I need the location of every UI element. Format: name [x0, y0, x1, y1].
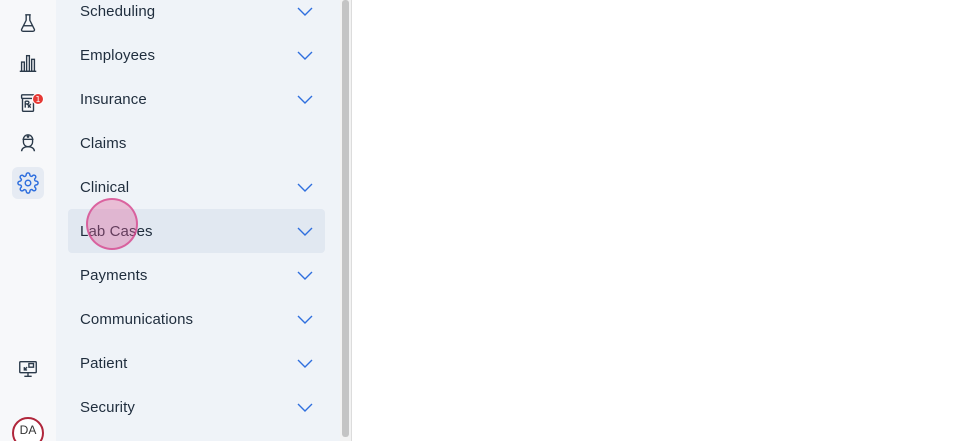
menu-item-security[interactable]: Security	[68, 385, 325, 429]
remote-desktop-icon[interactable]	[12, 353, 44, 385]
chevron-down-icon	[297, 95, 313, 104]
menu-item-employees[interactable]: Employees	[68, 33, 325, 77]
menu-item-label: Employees	[80, 46, 156, 64]
chevron-down-icon	[297, 227, 313, 236]
menu-item-label: Lab Cases	[80, 222, 153, 240]
content-pane	[353, 0, 960, 441]
settings-menu: Scheduling Employees Insurance Claims Cl…	[56, 0, 340, 441]
menu-item-label: Security	[80, 398, 135, 416]
icon-rail: 1 DA	[0, 0, 56, 441]
menu-item-patient[interactable]: Patient	[68, 341, 325, 385]
menu-item-clinical[interactable]: Clinical	[68, 165, 325, 209]
provider-icon[interactable]	[12, 127, 44, 159]
chevron-down-icon	[297, 7, 313, 16]
menu-item-scheduling[interactable]: Scheduling	[68, 0, 325, 33]
menu-item-label: Clinical	[80, 178, 130, 196]
chevron-down-icon	[297, 183, 313, 192]
menu-item-label: Payments	[80, 266, 148, 284]
menu-item-payments[interactable]: Payments	[68, 253, 325, 297]
chevron-down-icon	[297, 403, 313, 412]
menu-item-communications[interactable]: Communications	[68, 297, 325, 341]
chevron-down-icon	[297, 359, 313, 368]
reports-chart-icon[interactable]	[12, 47, 44, 79]
lab-flask-icon[interactable]	[12, 7, 44, 39]
user-avatar[interactable]: DA	[12, 417, 44, 441]
chevron-down-icon	[297, 315, 313, 324]
notification-badge: 1	[32, 93, 44, 105]
menu-item-lab-cases[interactable]: Lab Cases	[68, 209, 325, 253]
menu-item-label: Insurance	[80, 90, 147, 108]
menu-item-label: Communications	[80, 310, 194, 328]
menu-item-label: Claims	[80, 134, 127, 152]
menu-item-insurance[interactable]: Insurance	[68, 77, 325, 121]
menu-item-label: Scheduling	[80, 2, 156, 20]
scrollbar-thumb[interactable]	[342, 0, 349, 437]
menu-item-claims[interactable]: Claims	[68, 121, 325, 165]
menu-item-label: Patient	[80, 354, 128, 372]
settings-gear-icon[interactable]	[12, 167, 44, 199]
chevron-down-icon	[297, 271, 313, 280]
chevron-down-icon	[297, 51, 313, 60]
prescription-icon[interactable]: 1	[12, 87, 44, 119]
